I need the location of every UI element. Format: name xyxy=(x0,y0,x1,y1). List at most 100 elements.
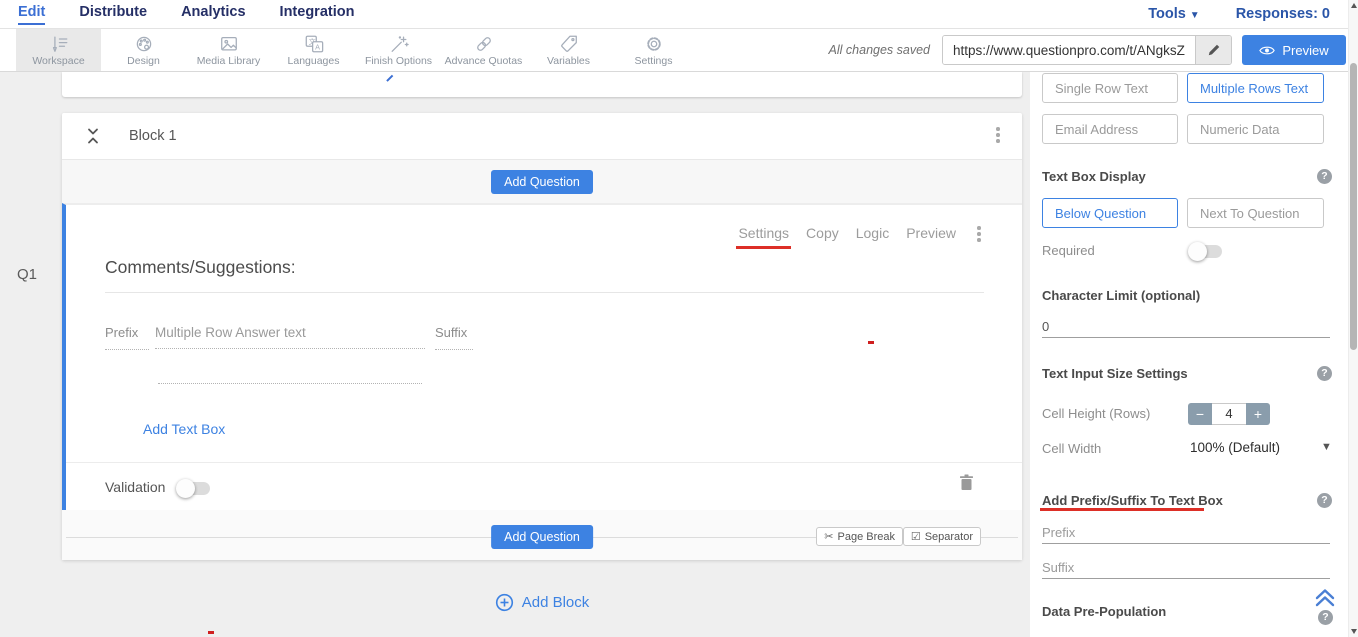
responses-link[interactable]: Responses: 0 xyxy=(1236,6,1330,22)
display-below-question-button[interactable]: Below Question xyxy=(1042,198,1178,228)
survey-url-group xyxy=(942,35,1232,65)
decrement-button[interactable]: − xyxy=(1188,403,1212,425)
validation-label: Validation xyxy=(105,479,165,495)
answer-textbox-placeholder[interactable]: Multiple Row Answer text xyxy=(155,325,425,349)
validation-toggle[interactable] xyxy=(178,482,210,495)
preview-button[interactable]: Preview xyxy=(1242,35,1346,65)
save-status: All changes saved xyxy=(829,43,930,57)
tab-distribute[interactable]: Distribute xyxy=(79,4,147,25)
required-toggle[interactable] xyxy=(1190,245,1222,258)
prefix-inline-label[interactable]: Prefix xyxy=(105,325,149,350)
toolbar-item-workspace[interactable]: Workspace xyxy=(16,29,101,71)
tab-question-copy[interactable]: Copy xyxy=(806,225,839,249)
nav-right: Tools▼ Responses: 0 xyxy=(1148,6,1344,22)
edit-url-button[interactable] xyxy=(1195,36,1231,64)
toolbar-item-variables[interactable]: Variables xyxy=(526,29,611,71)
scrollbar-down-arrow[interactable] xyxy=(1351,629,1357,634)
edit-pencil-fragment-icon xyxy=(383,71,394,82)
editor-toolbar: Workspace Design Media Library 文A Langua… xyxy=(0,29,1358,72)
block-menu-icon[interactable] xyxy=(996,127,1000,145)
eye-icon xyxy=(1259,45,1275,56)
question-title[interactable]: Comments/Suggestions: xyxy=(105,257,296,278)
toolbar-item-label: Settings xyxy=(635,55,673,67)
add-question-button[interactable]: Add Question xyxy=(491,170,593,194)
vertical-scrollbar[interactable] xyxy=(1348,0,1358,637)
toolbar-item-label: Finish Options xyxy=(365,55,432,67)
type-single-row-text-button[interactable]: Single Row Text xyxy=(1042,73,1178,103)
toolbar-right: All changes saved Preview xyxy=(829,29,1358,71)
help-icon[interactable] xyxy=(1317,366,1332,381)
scrollbar-thumb[interactable] xyxy=(1350,63,1357,350)
data-prepopulation-heading: Data Pre-Population xyxy=(1042,604,1166,619)
toolbar-item-languages[interactable]: 文A Languages xyxy=(271,29,356,71)
separator-button[interactable]: ☑ Separator xyxy=(903,527,981,546)
type-numeric-data-button[interactable]: Numeric Data xyxy=(1187,114,1324,144)
add-question-strip: Add Question xyxy=(62,160,1022,203)
help-icon[interactable] xyxy=(1317,169,1332,184)
toolbar-item-finish-options[interactable]: Finish Options xyxy=(356,29,441,71)
questionpro-survey-editor: Edit Distribute Analytics Integration To… xyxy=(0,0,1358,637)
tab-integration[interactable]: Integration xyxy=(280,4,355,25)
display-next-to-question-button[interactable]: Next To Question xyxy=(1187,198,1324,228)
tab-analytics[interactable]: Analytics xyxy=(181,4,245,25)
cell-height-value[interactable]: 4 xyxy=(1212,403,1246,425)
collapse-block-icon[interactable] xyxy=(86,127,100,145)
character-limit-input[interactable] xyxy=(1042,316,1330,338)
chevron-down-icon[interactable]: ▼ xyxy=(1321,441,1332,453)
block-header: Block 1 xyxy=(62,113,1022,160)
cell-width-select[interactable]: 100% (Default) xyxy=(1190,440,1280,455)
question-settings-sidebar: Single Row Text Multiple Rows Text Email… xyxy=(1030,72,1348,637)
tag-icon xyxy=(558,34,580,54)
help-icon[interactable] xyxy=(1317,493,1332,508)
survey-header-card-partial xyxy=(62,72,1022,97)
suffix-input[interactable] xyxy=(1042,557,1330,579)
tab-question-logic[interactable]: Logic xyxy=(856,225,889,249)
answer-textbox-row2[interactable] xyxy=(158,383,422,384)
nav-tabs: Edit Distribute Analytics Integration xyxy=(18,4,354,25)
annotation-red-mark xyxy=(208,631,214,634)
type-multiple-rows-text-button[interactable]: Multiple Rows Text xyxy=(1187,73,1324,103)
toolbar-item-media-library[interactable]: Media Library xyxy=(186,29,271,71)
add-question-bottom-button[interactable]: Add Question xyxy=(491,525,593,549)
toolbar-item-label: Languages xyxy=(288,55,340,67)
checkbox-checked-icon: ☑ xyxy=(911,530,921,543)
cell-width-label: Cell Width xyxy=(1042,441,1101,456)
tab-edit[interactable]: Edit xyxy=(18,4,45,25)
chain-link-icon xyxy=(473,34,495,54)
type-email-address-button[interactable]: Email Address xyxy=(1042,114,1178,144)
scroll-to-top-icon[interactable] xyxy=(1313,586,1337,613)
toolbar-item-label: Variables xyxy=(547,55,590,67)
annotation-red-underline xyxy=(1040,508,1204,511)
add-block-button[interactable]: Add Block xyxy=(62,593,1022,612)
image-icon xyxy=(218,34,240,54)
block-footer: Add Question ✂ Page Break ☑ Separator xyxy=(62,510,1022,560)
increment-button[interactable]: + xyxy=(1246,403,1270,425)
prefix-input[interactable] xyxy=(1042,522,1330,544)
palette-icon xyxy=(133,34,155,54)
tab-question-settings[interactable]: Settings xyxy=(738,225,789,249)
tools-menu[interactable]: Tools▼ xyxy=(1148,6,1200,22)
scissors-icon: ✂ xyxy=(824,530,833,543)
add-text-box-link[interactable]: Add Text Box xyxy=(143,421,225,437)
page-break-button[interactable]: ✂ Page Break xyxy=(816,527,903,546)
question-menu-icon[interactable] xyxy=(977,226,981,244)
toolbar-item-design[interactable]: Design xyxy=(101,29,186,71)
text-box-display-heading: Text Box Display xyxy=(1042,169,1146,184)
help-icon[interactable] xyxy=(1318,610,1333,625)
tools-label: Tools xyxy=(1148,6,1186,22)
separator-label: Separator xyxy=(925,531,973,543)
workspace-icon xyxy=(48,34,70,54)
block-card: Block 1 Add Question Settings Copy Logic… xyxy=(62,113,1022,560)
tab-question-preview[interactable]: Preview xyxy=(906,225,956,249)
cell-height-stepper: − 4 + xyxy=(1188,403,1270,425)
survey-url-input[interactable] xyxy=(943,36,1195,64)
pencil-icon xyxy=(1207,43,1221,57)
toolbar-item-advance-quotas[interactable]: Advance Quotas xyxy=(441,29,526,71)
suffix-inline-label[interactable]: Suffix xyxy=(435,325,473,350)
scrollbar-up-arrow[interactable] xyxy=(1351,3,1357,8)
prefix-suffix-heading: Add Prefix/Suffix To Text Box xyxy=(1042,493,1223,508)
add-block-label: Add Block xyxy=(522,594,590,611)
delete-question-icon[interactable] xyxy=(959,474,974,496)
toolbar-item-settings[interactable]: Settings xyxy=(611,29,696,71)
cell-height-label: Cell Height (Rows) xyxy=(1042,406,1150,421)
